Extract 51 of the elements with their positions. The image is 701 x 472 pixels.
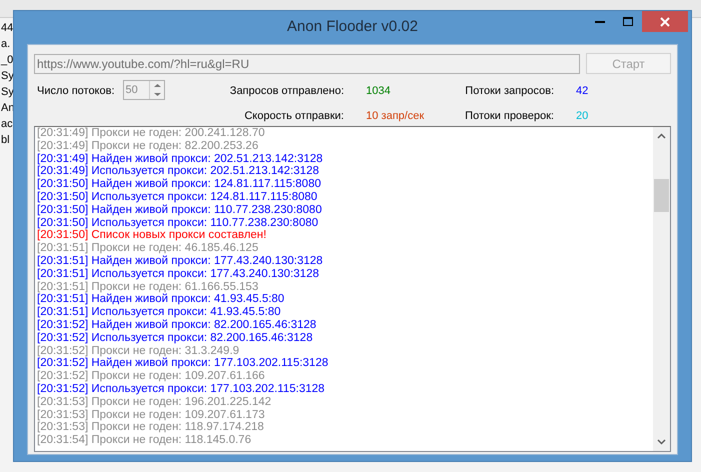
threads-value: 50	[124, 83, 139, 98]
log-line: [20:31:51] Прокси не годен: 46.185.46.125	[37, 242, 258, 255]
stat-value: 10 запр/сек	[365, 108, 426, 124]
minimize-icon	[595, 20, 605, 22]
log-line: [20:31:51] Найден живой прокси: 177.43.240.130:3128	[37, 254, 323, 268]
scroll-down-icon[interactable]	[657, 439, 666, 445]
background-text: a.	[1, 38, 10, 50]
log-line: [20:31:54] Прокси не годен: 118.145.0.76	[37, 434, 252, 447]
log-line: [20:31:52] Прокси не годен: 31.3.249.9	[37, 344, 240, 358]
background-text: Sy	[1, 70, 14, 82]
background-text: bl	[1, 134, 10, 146]
stat-label: Скорость отправки:	[243, 108, 345, 124]
close-button[interactable]	[642, 11, 688, 32]
window-title: Anon Flooder v0.02	[287, 17, 418, 38]
log-line: [20:31:53] Прокси не годен: 118.97.174.218	[37, 421, 264, 434]
stat-value: 1034	[365, 84, 392, 99]
scroll-up-icon[interactable]	[657, 133, 666, 139]
log-line: [20:31:51] Используется прокси: 177.43.240.130:3128	[37, 268, 319, 281]
background-text: _0	[1, 54, 14, 66]
log-line: [20:31:49] Используется прокси: 202.51.213.142:3128	[37, 165, 319, 178]
background-text: 44	[1, 22, 14, 34]
log-line: [20:31:49] Найден живой прокси: 202.51.213.142:3128	[37, 152, 323, 166]
log-line: [20:31:52] Найден живой прокси: 82.200.165.46:3128	[37, 318, 316, 332]
log-line: [20:31:49] Прокси не годен: 82.200.253.26	[37, 140, 258, 153]
log-line: [20:31:50] Найден живой прокси: 110.77.238.230:8080	[37, 204, 322, 217]
close-icon	[660, 16, 670, 26]
log-line: [20:31:52] Используется прокси: 177.103.202.115:3128	[37, 382, 325, 396]
stat-label: Потоки запросов:	[464, 84, 555, 99]
log-line: [20:31:51] Найден живой прокси: 41.93.45.5:80	[37, 293, 284, 306]
stat-label: Потоки проверок:	[464, 108, 555, 124]
log-line: [20:31:50] Используется прокси: 124.81.117.115:8080	[37, 190, 318, 204]
stat-value: 42	[575, 84, 590, 99]
scrollbar-thumb[interactable]	[654, 179, 669, 212]
stat-label: Запросов отправлено:	[228, 84, 345, 99]
maximize-icon	[623, 17, 633, 26]
background-text: ac	[1, 118, 13, 130]
log-line: [20:31:51] Прокси не годен: 61.166.55.153	[37, 280, 258, 294]
log-line: [20:31:53] Прокси не годен: 109.207.61.173	[37, 408, 265, 422]
log-line: [20:31:49] Прокси не годен: 200.241.128.70	[37, 127, 265, 140]
log-line: [20:31:52] Прокси не годен: 109.207.61.166	[37, 370, 265, 383]
stat-value: 20	[575, 108, 590, 124]
log-line: [20:31:50] Найден живой прокси: 124.81.117.115:8080	[37, 178, 321, 191]
threads-label: Число потоков:	[37, 84, 115, 99]
log-line: [20:31:53] Прокси не годен: 196.201.225.142	[37, 396, 272, 409]
log-line: [20:31:50] Используется прокси: 110.77.238.230:8080	[37, 216, 318, 230]
log-line: [20:31:52] Используется прокси: 82.200.165.46:3128	[37, 332, 313, 345]
log-line: [20:31:52] Найден живой прокси: 177.103.202.115:3128	[37, 357, 328, 370]
log-line: [20:31:51] Используется прокси: 41.93.45.5:80	[37, 306, 281, 319]
scrollbar[interactable]	[653, 127, 670, 451]
log-line: [20:31:50] Список новых прокси составлен!	[37, 229, 266, 242]
background-text: Sy	[1, 86, 14, 98]
